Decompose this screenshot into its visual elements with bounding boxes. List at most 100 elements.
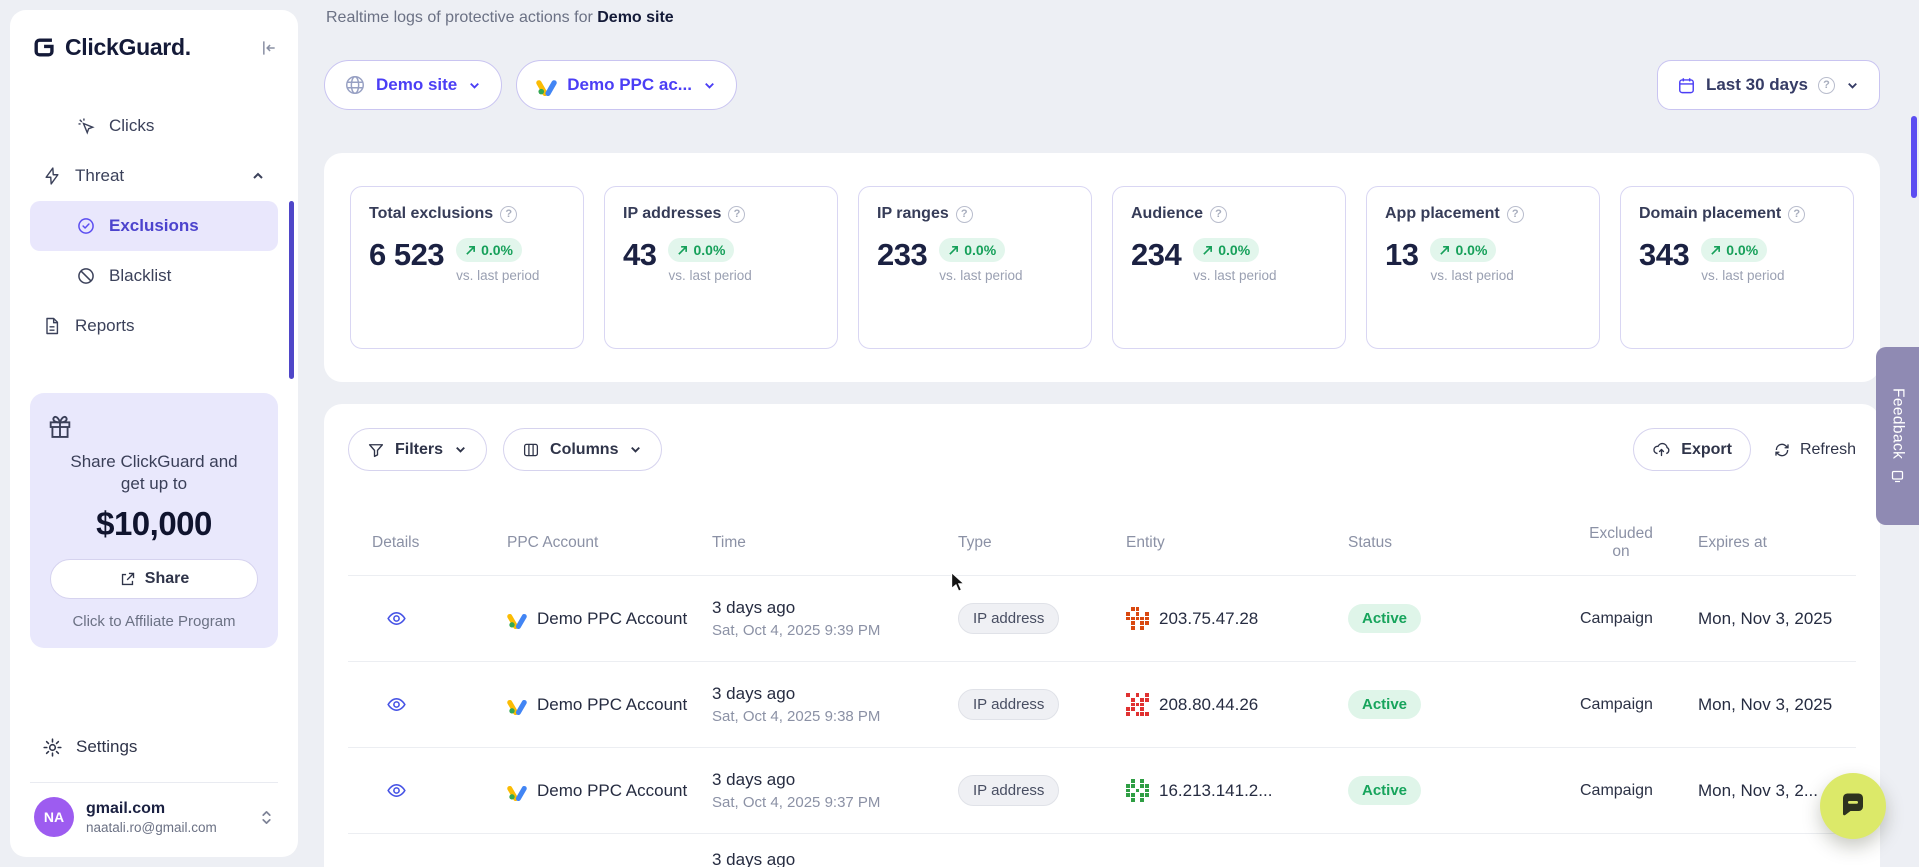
help-icon[interactable]: ? [1210,206,1227,223]
stat-label: Audience [1131,205,1203,223]
external-link-icon [119,571,136,588]
table-toolbar: Filters Columns Export [348,428,1856,471]
stat-caption: vs. last period [1430,268,1513,283]
sidebar-item-clicks[interactable]: Clicks [30,101,278,151]
stat-label: Domain placement [1639,205,1781,223]
entity-cell: 16.213.141.2... [1126,779,1348,802]
sidebar-item-settings[interactable]: Settings [30,724,278,770]
export-button[interactable]: Export [1633,428,1751,471]
type-badge: IP address [958,689,1059,720]
columns-label: Columns [550,441,618,459]
filters-label: Filters [395,441,443,459]
entity-cell: 208.80.44.26 [1126,693,1348,716]
exclusions-table-panel: Filters Columns Export [324,404,1880,867]
type-badge: IP address [958,775,1059,806]
excluded-on-cell: Campaign [1580,782,1698,800]
trend-badge: 0.0% [1430,238,1496,262]
main-content: Realtime logs of protective actions for … [324,0,1880,867]
details-cell [372,694,507,715]
status-badge: Active [1348,690,1421,719]
google-ads-icon [507,609,527,629]
feedback-widget-icon [1890,469,1905,484]
date-range-selector[interactable]: Last 30 days ? [1657,60,1880,110]
sidebar-header: ClickGuard. [30,34,278,61]
entity-identicon [1126,693,1149,716]
sidebar-item-exclusions[interactable]: Exclusions [30,201,278,251]
table-header-row: Details PPC Account Time Type Entity Sta… [348,525,1856,575]
feedback-tab[interactable]: Feedback [1876,347,1919,525]
sidebar-item-label: Clicks [109,116,154,136]
promo-line-1: Share ClickGuard and [46,451,262,473]
table-row[interactable]: Demo PPC Account 3 days ago Sat, Oct 4, … [348,747,1856,833]
time-cell: 3 days ago Sat, Oct 4, 2025 9:37 PM [712,770,958,811]
time-cell: 3 days ago [712,834,958,867]
sidebar-item-blacklist[interactable]: Blacklist [30,251,278,301]
table-row[interactable]: Demo PPC Account 3 days ago Sat, Oct 4, … [348,661,1856,747]
column-header-expires-at: Expires at [1698,534,1856,552]
stat-value: 234 [1131,238,1181,272]
help-icon[interactable]: ? [728,206,745,223]
sidebar-item-label: Blacklist [109,266,171,286]
document-icon [42,316,62,336]
table-row-partial[interactable]: 3 days ago [348,833,1856,867]
gear-icon [42,737,63,758]
sidebar-item-threat[interactable]: Threat [30,151,278,201]
sidebar-collapse-button[interactable] [258,38,278,58]
refresh-button[interactable]: Refresh [1773,441,1856,459]
column-header-ppc-account: PPC Account [507,534,712,552]
time-cell: 3 days ago Sat, Oct 4, 2025 9:38 PM [712,684,958,725]
details-cell [372,608,507,629]
chat-button[interactable] [1820,773,1886,839]
time-absolute: Sat, Oct 4, 2025 9:39 PM [712,622,948,639]
share-button[interactable]: Share [50,559,258,599]
chevron-down-icon [453,442,468,457]
status-cell: Active [1348,776,1580,805]
time-relative: 3 days ago [712,598,948,618]
account-selector-label: Demo PPC ac... [567,75,692,95]
columns-button[interactable]: Columns [503,428,662,471]
site-selector[interactable]: Demo site [324,60,502,110]
column-header-time: Time [712,534,958,552]
account-selector[interactable]: Demo PPC ac... [516,60,737,110]
stat-ip-addresses: IP addresses? 43 0.0% vs. last period [604,186,838,349]
clickguard-logo: ClickGuard. [30,34,191,61]
stat-value: 43 [623,238,656,272]
lightning-icon [42,166,62,186]
ppc-account-name: Demo PPC Account [537,609,687,629]
help-icon[interactable]: ? [956,206,973,223]
user-menu[interactable]: NA gmail.com naatali.ro@gmail.com [30,797,278,837]
logo-text: ClickGuard. [65,34,191,61]
affiliate-promo-card: Share ClickGuard and get up to $10,000 S… [30,393,278,648]
view-details-button[interactable] [386,780,407,801]
table-row[interactable]: Demo PPC Account 3 days ago Sat, Oct 4, … [348,575,1856,661]
feedback-label: Feedback [1889,388,1907,459]
column-header-details: Details [372,534,507,552]
expires-at-cell: Mon, Nov 3, 2025 [1698,609,1856,629]
chevron-down-icon [467,78,482,93]
stat-value: 6 523 [369,238,444,272]
sidebar-item-reports[interactable]: Reports [30,301,278,351]
page-scrollbar[interactable] [1911,116,1917,198]
promo-line-2: get up to [46,473,262,495]
help-icon[interactable]: ? [1507,206,1524,223]
settings-label: Settings [76,737,137,757]
filters-button[interactable]: Filters [348,428,487,471]
view-details-button[interactable] [386,694,407,715]
affiliate-link[interactable]: Click to Affiliate Program [46,613,262,630]
help-icon[interactable]: ? [500,206,517,223]
stat-caption: vs. last period [1701,268,1784,283]
sidebar-scrollbar[interactable] [289,201,294,379]
stat-app-placement: App placement? 13 0.0% vs. last period [1366,186,1600,349]
ppc-account-cell: Demo PPC Account [507,781,712,801]
table-actions: Export Refresh [1633,428,1856,471]
site-selector-label: Demo site [376,75,457,95]
promo-text: Share ClickGuard and get up to [46,451,262,495]
time-relative: 3 days ago [712,770,948,790]
type-cell: IP address [958,689,1126,720]
google-ads-icon [536,75,557,96]
chevron-down-icon [628,442,643,457]
gift-icon [46,413,262,441]
expires-at-cell: Mon, Nov 3, 2025 [1698,695,1856,715]
help-icon[interactable]: ? [1788,206,1805,223]
view-details-button[interactable] [386,608,407,629]
